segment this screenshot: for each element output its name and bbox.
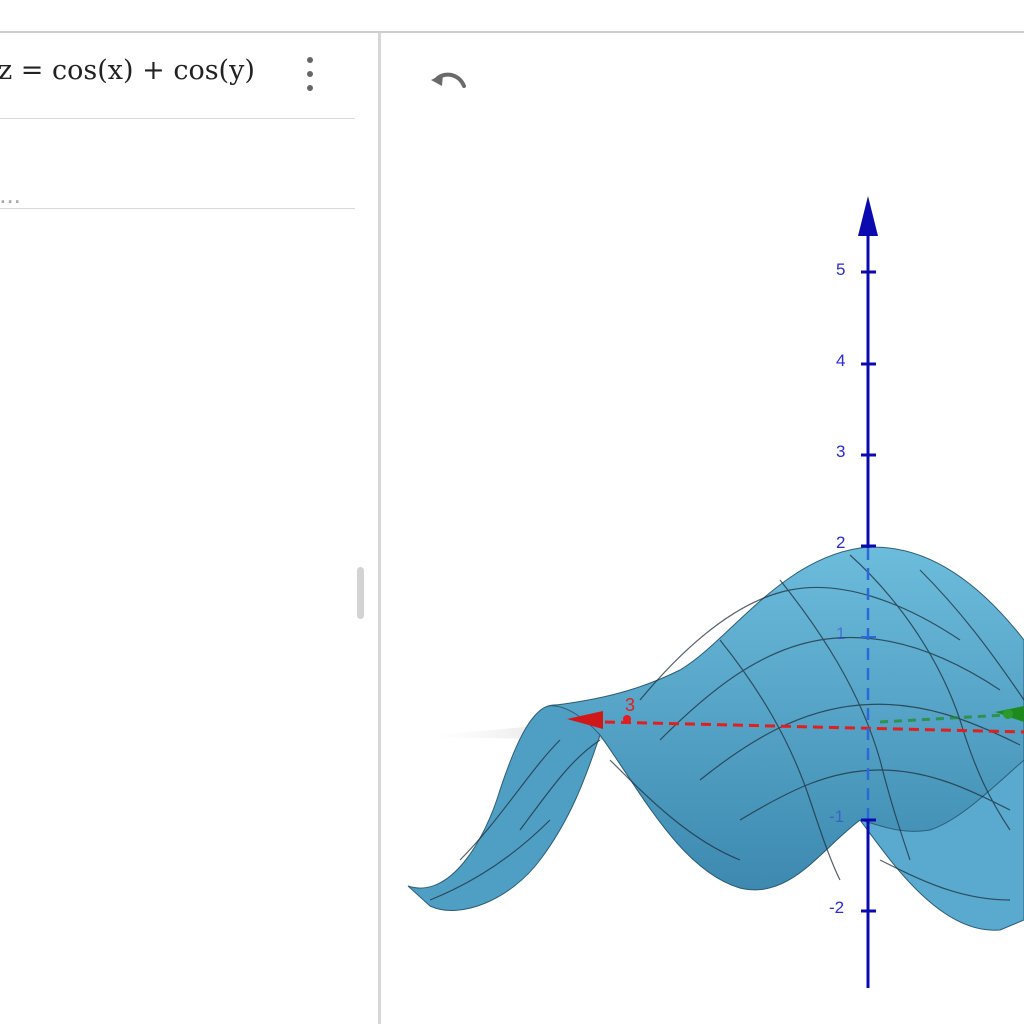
x-axis-label: 3 — [625, 695, 635, 715]
z-tick-label: 4 — [836, 351, 845, 370]
z-tick-label: -2 — [829, 898, 844, 917]
z-tick-label: 3 — [836, 442, 845, 461]
z-tick-label: -1 — [829, 807, 844, 826]
z-tick-label: 2 — [836, 533, 845, 552]
z-tick-label: 5 — [836, 260, 845, 279]
surface-plot[interactable]: 3 5 4 3 2 1 -1 -2 — [0, 0, 1024, 1024]
z-axis-arrow — [858, 196, 878, 236]
z-tick-label: 1 — [836, 624, 845, 643]
